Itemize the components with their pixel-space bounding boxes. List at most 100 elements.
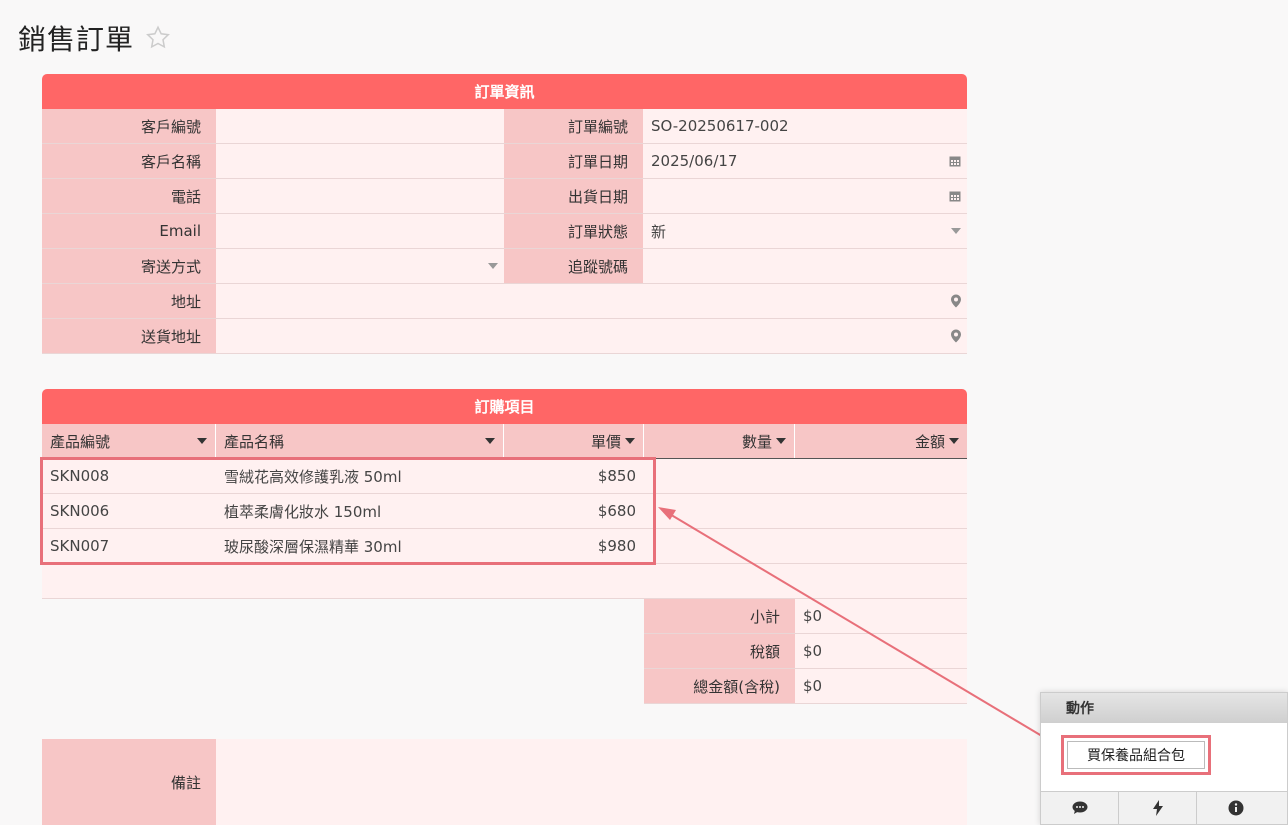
product-code-cell[interactable]: SKN006 [42, 494, 216, 528]
column-label: 單價 [590, 432, 621, 451]
form-row: 寄送方式 追蹤號碼 [42, 249, 967, 284]
form-row: 電話 出貨日期 [42, 179, 967, 214]
map-marker-icon[interactable] [951, 294, 961, 308]
total-label: 總金額(含稅) [644, 669, 795, 703]
sort-caret-icon[interactable] [625, 438, 635, 444]
subtotal-value: $0 [795, 599, 967, 633]
action-panel-title: 動作 [1041, 693, 1287, 723]
phone-label: 電話 [42, 179, 216, 213]
calendar-icon[interactable] [949, 190, 961, 202]
info-icon [1228, 800, 1244, 816]
shipping-method-select[interactable] [216, 249, 504, 283]
product-name-cell[interactable]: 玻尿酸深層保濕精華 30ml [216, 529, 504, 563]
tracking-no-field[interactable] [643, 249, 967, 283]
order-items-section: 訂購項目 產品編號 產品名稱 單價 數量 金額 SKN008 雪絨花高效修護乳液… [42, 389, 967, 599]
order-date-field[interactable]: 2025/06/17 [643, 144, 967, 178]
sort-caret-icon[interactable] [485, 438, 495, 444]
amount-cell [795, 529, 967, 563]
quantity-cell[interactable] [644, 494, 795, 528]
address-field[interactable] [216, 284, 967, 318]
tracking-no-label: 追蹤號碼 [504, 249, 643, 283]
ship-date-label: 出貨日期 [504, 179, 643, 213]
action-panel-body: 買保養品組合包 [1041, 723, 1287, 791]
table-row-empty[interactable] [42, 564, 967, 599]
dropdown-caret-icon[interactable] [951, 228, 961, 234]
phone-field[interactable] [216, 179, 504, 213]
customer-name-label: 客戶名稱 [42, 144, 216, 178]
ship-date-field[interactable] [643, 179, 967, 213]
action-panel-footer [1041, 791, 1287, 824]
sort-caret-icon[interactable] [197, 438, 207, 444]
unit-price-cell[interactable] [504, 564, 644, 598]
sort-caret-icon[interactable] [949, 438, 959, 444]
table-row[interactable]: SKN006 植萃柔膚化妝水 150ml $680 [42, 494, 967, 529]
email-label: Email [42, 214, 216, 248]
order-no-label: 訂單編號 [504, 109, 643, 143]
order-date-label: 訂單日期 [504, 144, 643, 178]
action-button-highlight: 買保養品組合包 [1061, 735, 1211, 775]
product-name-cell[interactable]: 雪絨花高效修護乳液 50ml [216, 459, 504, 493]
form-row: 地址 [42, 284, 967, 319]
product-code-cell[interactable]: SKN007 [42, 529, 216, 563]
items-table-header: 產品編號 產品名稱 單價 數量 金額 [42, 424, 967, 459]
delivery-address-label: 送貨地址 [42, 319, 216, 353]
product-code-cell[interactable]: SKN008 [42, 459, 216, 493]
notes-field[interactable] [216, 739, 967, 825]
comment-icon [1072, 801, 1087, 814]
unit-price-cell[interactable]: $850 [504, 459, 644, 493]
order-status-label: 訂單狀態 [504, 214, 643, 248]
comment-button[interactable] [1041, 792, 1119, 824]
total-value: $0 [795, 669, 967, 703]
form-row: 送貨地址 [42, 319, 967, 354]
email-field[interactable] [216, 214, 504, 248]
quantity-cell[interactable] [644, 529, 795, 563]
unit-price-cell[interactable]: $980 [504, 529, 644, 563]
order-date-value: 2025/06/17 [651, 152, 738, 170]
table-row[interactable]: SKN008 雪絨花高效修護乳液 50ml $850 [42, 459, 967, 494]
automation-button[interactable] [1119, 792, 1197, 824]
star-icon[interactable] [144, 24, 172, 52]
quantity-cell[interactable] [644, 564, 795, 598]
form-row: Email 訂單狀態 新 [42, 214, 967, 249]
dropdown-caret-icon[interactable] [488, 263, 498, 269]
column-header-product-name[interactable]: 產品名稱 [216, 424, 504, 458]
map-marker-icon[interactable] [951, 329, 961, 343]
subtotal-label: 小計 [644, 599, 795, 633]
sort-caret-icon[interactable] [776, 438, 786, 444]
buy-skincare-bundle-button[interactable]: 買保養品組合包 [1067, 741, 1205, 769]
notes-label: 備註 [42, 739, 216, 825]
customer-name-field[interactable] [216, 144, 504, 178]
product-code-cell[interactable] [42, 564, 216, 598]
order-info-section: 訂單資訊 客戶編號 訂單編號 SO-20250617-002 客戶名稱 訂單日期… [42, 74, 967, 354]
calendar-icon[interactable] [949, 155, 961, 167]
totals-panel: 小計 $0 稅額 $0 總金額(含稅) $0 [644, 599, 967, 704]
delivery-address-field[interactable] [216, 319, 967, 353]
customer-no-field[interactable] [216, 109, 504, 143]
tax-row: 稅額 $0 [644, 634, 967, 669]
total-row: 總金額(含稅) $0 [644, 669, 967, 704]
column-header-unit-price[interactable]: 單價 [504, 424, 644, 458]
column-label: 金額 [914, 432, 945, 451]
page-header: 銷售訂單 [18, 18, 172, 58]
quantity-cell[interactable] [644, 459, 795, 493]
column-header-quantity[interactable]: 數量 [644, 424, 795, 458]
product-name-cell[interactable]: 植萃柔膚化妝水 150ml [216, 494, 504, 528]
order-status-select[interactable]: 新 [643, 214, 967, 248]
column-label: 產品名稱 [224, 432, 285, 451]
form-row: 客戶編號 訂單編號 SO-20250617-002 [42, 109, 967, 144]
column-header-product-code[interactable]: 產品編號 [42, 424, 216, 458]
column-label: 產品編號 [50, 432, 111, 451]
order-no-field[interactable]: SO-20250617-002 [643, 109, 967, 143]
column-header-amount[interactable]: 金額 [795, 424, 967, 458]
notes-row: 備註 [42, 739, 967, 825]
subtotal-row: 小計 $0 [644, 599, 967, 634]
info-button[interactable] [1197, 792, 1275, 824]
order-info-header: 訂單資訊 [42, 74, 967, 109]
unit-price-cell[interactable]: $680 [504, 494, 644, 528]
form-row: 客戶名稱 訂單日期 2025/06/17 [42, 144, 967, 179]
product-name-cell[interactable] [216, 564, 504, 598]
column-label: 數量 [741, 432, 772, 451]
table-row[interactable]: SKN007 玻尿酸深層保濕精華 30ml $980 [42, 529, 967, 564]
address-label: 地址 [42, 284, 216, 318]
shipping-method-label: 寄送方式 [42, 249, 216, 283]
